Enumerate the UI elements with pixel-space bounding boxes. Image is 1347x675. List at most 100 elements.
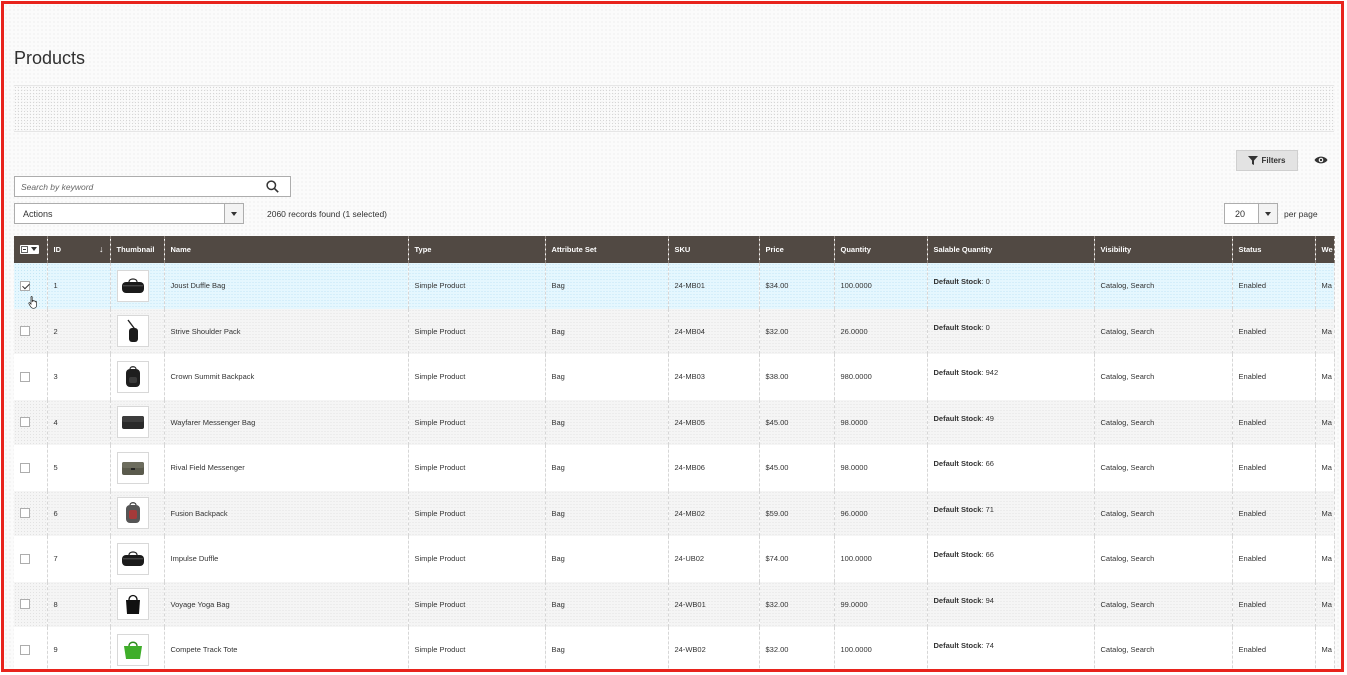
cell-websites: Ma <box>1315 308 1335 354</box>
cell-thumbnail[interactable] <box>110 581 165 627</box>
cell-thumbnail[interactable] <box>110 354 165 400</box>
row-select-cell[interactable] <box>14 308 48 354</box>
sort-arrow-icon: ↓ <box>99 244 104 254</box>
cell-status: Enabled <box>1232 536 1316 582</box>
row-select-cell[interactable] <box>14 581 48 627</box>
row-checkbox[interactable] <box>20 508 30 519</box>
eye-icon[interactable] <box>1314 155 1328 165</box>
column-header-status[interactable]: Status <box>1232 236 1316 263</box>
cell-name: Rival Field Messenger <box>164 445 409 491</box>
column-header-quantity[interactable]: Quantity <box>834 236 928 263</box>
mass-select-checkbox[interactable] <box>20 244 39 254</box>
cell-id: 2 <box>47 308 111 354</box>
column-header-sku[interactable]: SKU <box>668 236 760 263</box>
table-row[interactable]: 3 Crown Summit Backpack Simple Product Bag 2… <box>14 354 1335 400</box>
table-row[interactable]: 6 Fusion Backpack Simple Product Bag 24-MB02… <box>14 490 1335 536</box>
per-page-dropdown[interactable]: 20 <box>1224 203 1278 224</box>
row-select-cell[interactable] <box>14 536 48 582</box>
backpack-icon[interactable] <box>116 497 149 530</box>
row-checkbox[interactable] <box>20 326 30 337</box>
shoulder-pack-icon[interactable] <box>116 315 149 348</box>
column-header-price[interactable]: Price <box>759 236 835 263</box>
cell-name: Impulse Duffle <box>164 536 409 582</box>
notice-area <box>14 85 1334 132</box>
messenger-bag-icon[interactable] <box>116 451 149 484</box>
table-row[interactable]: 9 Compete Track Tote Simple Product Bag 24-W… <box>14 627 1335 669</box>
products-grid: ID ↓ Thumbnail Name Type Attribute Set SK… <box>14 236 1335 669</box>
column-header-type[interactable]: Type <box>408 236 546 263</box>
stock-label: Default Stock <box>933 459 982 468</box>
tote-bag-icon[interactable] <box>116 633 149 666</box>
cell-type: Simple Product <box>408 581 546 627</box>
column-header-name[interactable]: Name <box>164 236 409 263</box>
cell-id: 9 <box>47 627 111 669</box>
row-checkbox[interactable] <box>20 599 30 610</box>
cell-price: $45.00 <box>759 399 835 445</box>
table-row[interactable]: 4 Wayfarer Messenger Bag Simple Product Bag… <box>14 399 1335 445</box>
per-page-value: 20 <box>1235 209 1246 219</box>
table-row[interactable]: 2 Strive Shoulder Pack Simple Product Bag 24… <box>14 308 1335 354</box>
backpack-icon[interactable] <box>116 360 149 393</box>
table-row[interactable]: 8 Voyage Yoga Bag Simple Product Bag 24-WB01… <box>14 581 1335 627</box>
cell-visibility: Catalog, Search <box>1094 627 1233 669</box>
row-checkbox[interactable] <box>20 371 30 382</box>
row-checkbox[interactable] <box>20 644 30 655</box>
row-select-cell[interactable] <box>14 627 48 669</box>
cell-visibility: Catalog, Search <box>1094 536 1233 582</box>
cell-status: Enabled <box>1232 308 1316 354</box>
cell-id: 5 <box>47 445 111 491</box>
cell-salable-quantity: Default Stock: 66 <box>927 445 1095 491</box>
cell-salable-quantity: Default Stock: 942 <box>927 354 1095 400</box>
table-row[interactable]: 5 Rival Field Messenger Simple Product Bag 2… <box>14 445 1335 491</box>
cell-websites: Ma <box>1315 354 1335 400</box>
duffle-bag-icon[interactable] <box>116 269 149 302</box>
column-header-id[interactable]: ID ↓ <box>47 236 111 263</box>
search-icon[interactable] <box>266 180 279 193</box>
hand-cursor-icon <box>28 296 37 309</box>
table-row[interactable]: 1 Joust Duffle Bag Simple Product Bag 24-MB0… <box>14 263 1335 309</box>
filters-button[interactable]: Filters <box>1236 150 1298 171</box>
cell-salable-quantity: Default Stock: 0 <box>927 308 1095 354</box>
cell-attribute-set: Bag <box>545 581 669 627</box>
cell-visibility: Catalog, Search <box>1094 354 1233 400</box>
search-input[interactable] <box>15 177 255 197</box>
table-row[interactable]: 7 Impulse Duffle Simple Product Bag 24-UB02 $… <box>14 536 1335 582</box>
row-checkbox[interactable] <box>20 462 30 473</box>
cell-status: Enabled <box>1232 627 1316 669</box>
actions-label: Actions <box>23 209 53 219</box>
cell-thumbnail[interactable] <box>110 627 165 669</box>
row-select-cell[interactable] <box>14 490 48 536</box>
cell-thumbnail[interactable] <box>110 399 165 445</box>
column-header-websites[interactable]: We <box>1315 236 1335 263</box>
cell-quantity: 26.0000 <box>834 308 928 354</box>
column-header-salable-quantity[interactable]: Salable Quantity <box>927 236 1095 263</box>
column-header-thumbnail[interactable]: Thumbnail <box>110 236 165 263</box>
cell-id: 6 <box>47 490 111 536</box>
row-checkbox[interactable] <box>20 553 30 564</box>
row-select-cell[interactable] <box>14 354 48 400</box>
duffle-bag-icon[interactable] <box>116 542 149 575</box>
stock-value: : 74 <box>981 641 994 650</box>
cell-status: Enabled <box>1232 399 1316 445</box>
cell-thumbnail[interactable] <box>110 263 165 309</box>
row-select-cell[interactable] <box>14 445 48 491</box>
cell-websites: Ma <box>1315 490 1335 536</box>
cell-thumbnail[interactable] <box>110 308 165 354</box>
cell-name: Voyage Yoga Bag <box>164 581 409 627</box>
cell-thumbnail[interactable] <box>110 445 165 491</box>
cell-thumbnail[interactable] <box>110 490 165 536</box>
row-checkbox[interactable] <box>20 417 30 428</box>
mass-select-header[interactable] <box>14 236 48 263</box>
cell-thumbnail[interactable] <box>110 536 165 582</box>
messenger-bag-icon[interactable] <box>116 406 149 439</box>
cell-id: 8 <box>47 581 111 627</box>
row-checkbox[interactable] <box>20 280 30 291</box>
tote-bag-icon[interactable] <box>116 588 149 621</box>
row-select-cell[interactable] <box>14 399 48 445</box>
cell-attribute-set: Bag <box>545 445 669 491</box>
actions-dropdown[interactable]: Actions <box>14 203 244 224</box>
cell-attribute-set: Bag <box>545 354 669 400</box>
column-header-visibility[interactable]: Visibility <box>1094 236 1233 263</box>
column-header-attribute-set[interactable]: Attribute Set <box>545 236 669 263</box>
cell-quantity: 98.0000 <box>834 445 928 491</box>
